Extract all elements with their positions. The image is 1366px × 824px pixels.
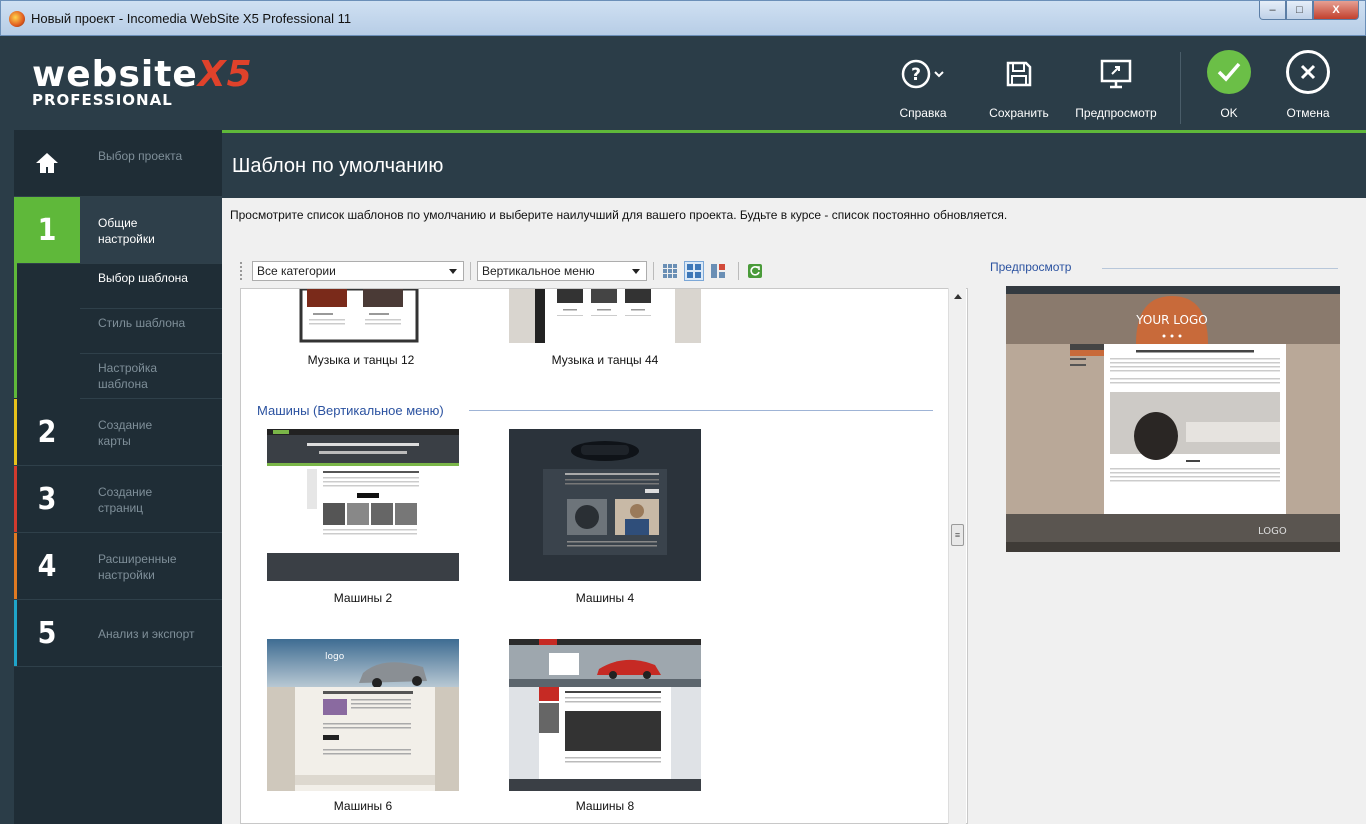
- sidebar-item-step-1[interactable]: 1 Общие настройки: [14, 197, 222, 264]
- template-thumbnail-music-12[interactable]: [299, 289, 419, 343]
- template-list-scrollbar[interactable]: ≡: [948, 288, 966, 824]
- sidebar-item-step-4[interactable]: 4 Расширенные настройки: [14, 533, 222, 600]
- small-grid-view-icon[interactable]: [660, 261, 680, 281]
- checkmark-icon: [1207, 50, 1251, 94]
- main-content: Просмотрите список шаблонов по умолчанию…: [222, 198, 1366, 824]
- page-title: Шаблон по умолчанию: [232, 155, 444, 177]
- sidebar-item-home[interactable]: Выбор проекта: [14, 130, 222, 197]
- sidebar: Выбор проекта 1 Общие настройки Выбор ша…: [14, 130, 222, 824]
- template-caption: Машины 2: [333, 591, 393, 605]
- template-caption: Машины 8: [575, 799, 635, 813]
- sidebar-item-label: Общие настройки: [98, 216, 155, 246]
- sidebar-item-label: Анализ и экспорт: [98, 627, 195, 641]
- save-button[interactable]: Сохранить: [982, 56, 1056, 120]
- sidebar-item-step-2[interactable]: 2 Создание карты: [14, 399, 222, 466]
- scroll-thumb[interactable]: ≡: [951, 524, 964, 546]
- scroll-up-icon[interactable]: [954, 294, 962, 299]
- home-icon: [14, 130, 80, 196]
- template-thumbnail-cars-8[interactable]: [509, 639, 701, 791]
- sidebar-subitem-template-style[interactable]: Стиль шаблона: [80, 309, 222, 354]
- template-caption: Музыка и танцы 12: [307, 353, 415, 367]
- help-button[interactable]: ? Справка: [893, 56, 953, 120]
- preview-footer-logo: LOGO: [1258, 526, 1287, 537]
- chevron-down-icon: [632, 269, 640, 274]
- category-select[interactable]: Все категории: [252, 261, 464, 281]
- app-header: websiteX5 PROFESSIONAL ? Справка Сохрани…: [0, 36, 1366, 130]
- cancel-button[interactable]: Отмена: [1280, 50, 1336, 120]
- floppy-disk-icon: [982, 56, 1056, 92]
- preview-logo: YOUR LOGO: [1135, 313, 1208, 327]
- maximize-button[interactable]: □: [1286, 1, 1313, 20]
- medium-grid-view-icon[interactable]: [684, 261, 704, 281]
- sidebar-subitem-template-choice[interactable]: Выбор шаблона: [80, 264, 222, 309]
- step-number: 3: [37, 481, 57, 517]
- sidebar-subitem-template-setup[interactable]: Настройка шаблона: [80, 354, 222, 399]
- close-icon: [1286, 50, 1330, 94]
- chevron-down-icon: [449, 269, 457, 274]
- svg-text:logo: logo: [325, 652, 345, 662]
- large-grid-view-icon[interactable]: [708, 261, 728, 281]
- window-titlebar: Новый проект - Incomedia WebSite X5 Prof…: [0, 0, 1366, 36]
- preview-button[interactable]: Предпросмотр: [1070, 56, 1162, 120]
- template-thumbnail-music-44[interactable]: [509, 289, 701, 343]
- step-number: 4: [37, 548, 57, 584]
- sidebar-item-step-3[interactable]: 3 Создание страниц: [14, 466, 222, 533]
- sidebar-item-label: Создание карты: [98, 418, 153, 448]
- step-number: 5: [37, 615, 57, 651]
- help-icon: ?: [893, 56, 953, 92]
- template-preview: YOUR LOGO LOGO: [1006, 286, 1340, 552]
- window-title: Новый проект - Incomedia WebSite X5 Prof…: [31, 11, 352, 26]
- preview-label: Предпросмотр: [990, 260, 1072, 274]
- sidebar-item-label: Выбор проекта: [98, 149, 183, 163]
- page-header: Шаблон по умолчанию: [222, 133, 1366, 198]
- template-caption: Музыка и танцы 44: [551, 353, 659, 367]
- close-button[interactable]: X: [1313, 1, 1359, 20]
- template-thumbnail-cars-4[interactable]: [509, 429, 701, 581]
- template-thumbnail-cars-2[interactable]: [267, 429, 459, 581]
- ok-button[interactable]: OK: [1204, 50, 1254, 120]
- sidebar-item-label: Создание страниц: [98, 485, 153, 515]
- step-number: 1: [14, 197, 80, 263]
- template-caption: Машины 6: [333, 799, 393, 813]
- template-caption: Машины 4: [575, 591, 635, 605]
- template-thumbnail-cars-6[interactable]: logo: [267, 639, 459, 791]
- sidebar-item-label: Расширенные настройки: [98, 552, 177, 582]
- app-icon: [9, 11, 25, 27]
- minimize-button[interactable]: –: [1259, 1, 1286, 20]
- refresh-icon[interactable]: [745, 261, 765, 281]
- page-description: Просмотрите список шаблонов по умолчанию…: [230, 208, 1008, 222]
- template-toolbar: Все категории Вертикальное меню: [240, 260, 769, 282]
- logo-x5: X5: [197, 54, 253, 95]
- logo-text: website: [32, 54, 198, 95]
- svg-text:?: ?: [911, 65, 921, 85]
- template-list: Музыка и танцы 12 Музыка и танцы 44 Маши…: [240, 288, 968, 824]
- monitor-icon: [1070, 56, 1162, 92]
- sidebar-item-step-5[interactable]: 5 Анализ и экспорт: [14, 600, 222, 667]
- menu-type-select[interactable]: Вертикальное меню: [477, 261, 647, 281]
- template-group-title: Машины (Вертикальное меню): [257, 403, 444, 418]
- app-logo: websiteX5 PROFESSIONAL: [32, 57, 253, 109]
- step-number: 2: [37, 414, 57, 450]
